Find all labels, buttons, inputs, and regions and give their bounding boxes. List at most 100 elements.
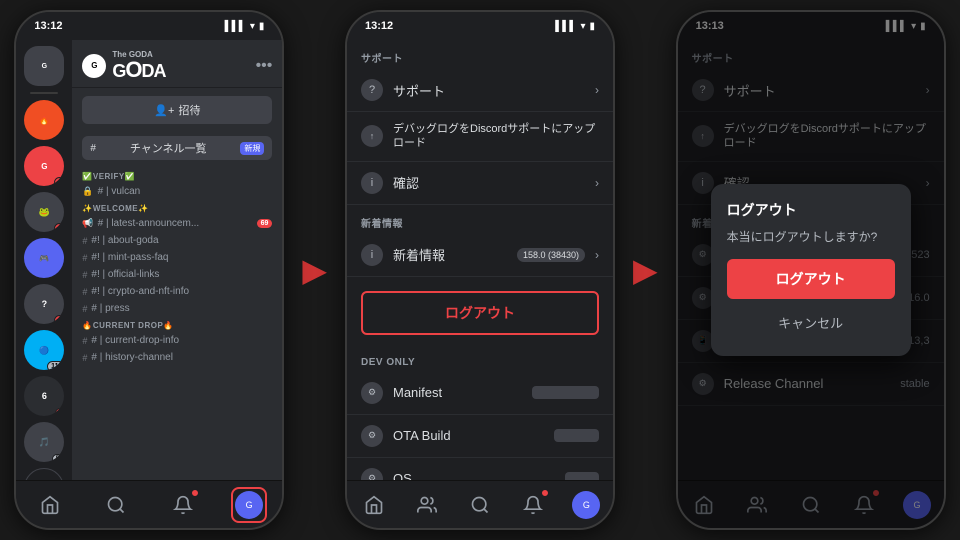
nav-friends-2[interactable] (409, 487, 445, 523)
nav-home-2[interactable] (356, 487, 392, 523)
channel-list-button[interactable]: # チャンネル一覧 新規 (82, 136, 272, 160)
ota-build-item-2[interactable]: ⚙ OTA Build •••••• (347, 415, 613, 458)
nav-bell-2[interactable] (515, 487, 551, 523)
manifest-item[interactable]: ⚙ Manifest •••••••••• (347, 372, 613, 415)
info-icon-2: i (361, 244, 383, 266)
channel-mint-pass-faq[interactable]: # #! | mint-pass-faq (72, 249, 282, 266)
goda-logo-icon: G (82, 54, 106, 78)
dev-only-label: DEV ONLY (347, 349, 613, 372)
nav-search-2[interactable] (462, 487, 498, 523)
modal-text: 本当にログアウトしますか? (727, 228, 895, 245)
signal-icon: ▌▌▌ (225, 21, 246, 32)
nav-profile[interactable]: G (231, 487, 267, 523)
channel-hash-1: 📢 (82, 218, 93, 229)
channel-hash-8: # (82, 353, 87, 363)
nav-search[interactable] (98, 487, 134, 523)
support-icon: ? (361, 79, 383, 101)
channel-current-drop[interactable]: # # | current-drop-info (72, 332, 282, 349)
more-icon[interactable]: ••• (256, 57, 273, 75)
server-sidebar: G 🔥 G 1 🐸 1 🎮 ? 1 🔵 (16, 40, 72, 480)
bottom-nav-2: G (347, 480, 613, 528)
channel-crypto-nft[interactable]: # #! | crypto-and-nft-info (72, 283, 282, 300)
goda-logo-text: The GODA GODA (112, 50, 165, 81)
channel-sidebar: G The GODA GODA ••• 👤+ 招待 # チャンネル一覧 (72, 40, 282, 480)
server-icon-6[interactable]: 🔵 112 (24, 330, 64, 370)
nav-bell[interactable] (165, 487, 201, 523)
phone-2: 13:12 ▌▌▌ ▾ ▮ サポート ? サポート › ↑ (345, 10, 615, 530)
channel-hash-2: # (82, 236, 87, 246)
ota-text-2: OTA Build (393, 428, 544, 443)
support-item[interactable]: ? サポート › (347, 69, 613, 112)
phone-3: 13:13 ▌▌▌ ▾ ▮ サポート ? サポート › ↑ (676, 10, 946, 530)
channel-press[interactable]: # # | press (72, 300, 282, 317)
bell-badge (191, 489, 199, 497)
confirm-item[interactable]: i 確認 › (347, 162, 613, 205)
phone-1: 13:12 ▌▌▌ ▾ ▮ G 🔥 G 1 (14, 10, 284, 530)
manifest-text: Manifest (393, 385, 522, 400)
server-icon-1[interactable]: 🔥 (24, 100, 64, 140)
new-info-item[interactable]: i 新着情報 158.0 (38430) › (347, 234, 613, 277)
invite-button[interactable]: 👤+ 招待 (82, 96, 272, 124)
channel-hash-6: # (82, 304, 87, 314)
settings-screen: サポート ? サポート › ↑ デバッグログをDiscordサポートにアップロー… (347, 40, 613, 480)
wifi-icon: ▾ (250, 21, 255, 32)
profile-avatar-2: G (572, 491, 600, 519)
channels-scroll: ✅VERIFY✅ 🔒 # | vulcan ✨WELCOME✨ 📢 # | la… (72, 164, 282, 480)
ota-value-2: •••••• (554, 429, 599, 442)
support-text: サポート (393, 81, 585, 100)
channel-history[interactable]: # # | history-channel (72, 349, 282, 366)
bottom-nav-1: G (16, 480, 282, 528)
category-welcome: ✨WELCOME✨ (72, 200, 282, 215)
invite-icon: 👤+ (154, 104, 174, 117)
invite-label: 招待 (178, 102, 200, 118)
debug-log-item[interactable]: ↑ デバッグログをDiscordサポートにアップロード (347, 112, 613, 162)
support-section-label: サポート (347, 40, 613, 69)
battery-icon: ▮ (259, 21, 265, 32)
channel-vulcan[interactable]: 🔒 # | vulcan (72, 183, 282, 200)
goda-big-text: GODA (112, 59, 165, 81)
phone1-main: G 🔥 G 1 🐸 1 🎮 ? 1 🔵 (16, 40, 282, 480)
server-icon-8[interactable]: 🎵 56 (24, 422, 64, 462)
lock-icon: 🔒 (82, 186, 93, 197)
chevron-confirm: › (595, 176, 599, 190)
channel-official-links[interactable]: # #! | official-links (72, 266, 282, 283)
logout-button-outlined[interactable]: ログアウト (361, 291, 599, 335)
server-icon-goda-bottom[interactable]: G (24, 468, 64, 480)
server-icon-7[interactable]: 6 6 (24, 376, 64, 416)
channel-announcements[interactable]: 📢 # | latest-announcem... 69 (72, 215, 282, 232)
upload-icon: ↑ (361, 125, 383, 147)
battery-icon-2: ▮ (589, 21, 595, 32)
status-icons-2: ▌▌▌ ▾ ▮ (555, 21, 595, 32)
profile-avatar: G (235, 491, 263, 519)
server-icon-2[interactable]: G 1 (24, 146, 64, 186)
unread-badge-1: 69 (257, 219, 273, 228)
new-badge: 新規 (240, 142, 264, 155)
version-badge: 158.0 (38430) (517, 248, 585, 262)
channel-hash-7: # (82, 336, 87, 346)
time-1: 13:12 (34, 20, 62, 32)
channel-hash-3: # (82, 253, 87, 263)
nav-home[interactable] (32, 487, 68, 523)
info-icon: i (361, 172, 383, 194)
server-icon-3[interactable]: 🐸 1 (24, 192, 64, 232)
new-info-section-label: 新着情報 (347, 205, 613, 234)
channel-about-goda[interactable]: # #! | about-goda (72, 232, 282, 249)
manifest-icon: ⚙ (361, 382, 383, 404)
server-icon-goda[interactable]: G (24, 46, 64, 86)
arrow-1: ▶ (302, 251, 327, 289)
server-icon-5[interactable]: ? 1 (24, 284, 64, 324)
modal-cancel-btn[interactable]: キャンセル (727, 305, 895, 340)
debug-log-text: デバッグログをDiscordサポートにアップロード (393, 122, 599, 151)
os-item-2[interactable]: ⚙ OS •••• (347, 458, 613, 480)
server-icon-4[interactable]: 🎮 (24, 238, 64, 278)
status-bar-2: 13:12 ▌▌▌ ▾ ▮ (347, 12, 613, 40)
chevron-support: › (595, 83, 599, 97)
modal-logout-confirm-btn[interactable]: ログアウト (727, 259, 895, 299)
channel-header: G The GODA GODA ••• (72, 40, 282, 88)
wifi-icon-2: ▾ (580, 21, 585, 32)
confirm-text: 確認 (393, 173, 585, 192)
goda-logo: G The GODA GODA ••• (82, 50, 272, 81)
category-verify: ✅VERIFY✅ (72, 168, 282, 183)
category-current-drop: 🔥CURRENT DROP🔥 (72, 317, 282, 332)
nav-profile-2[interactable]: G (568, 487, 604, 523)
